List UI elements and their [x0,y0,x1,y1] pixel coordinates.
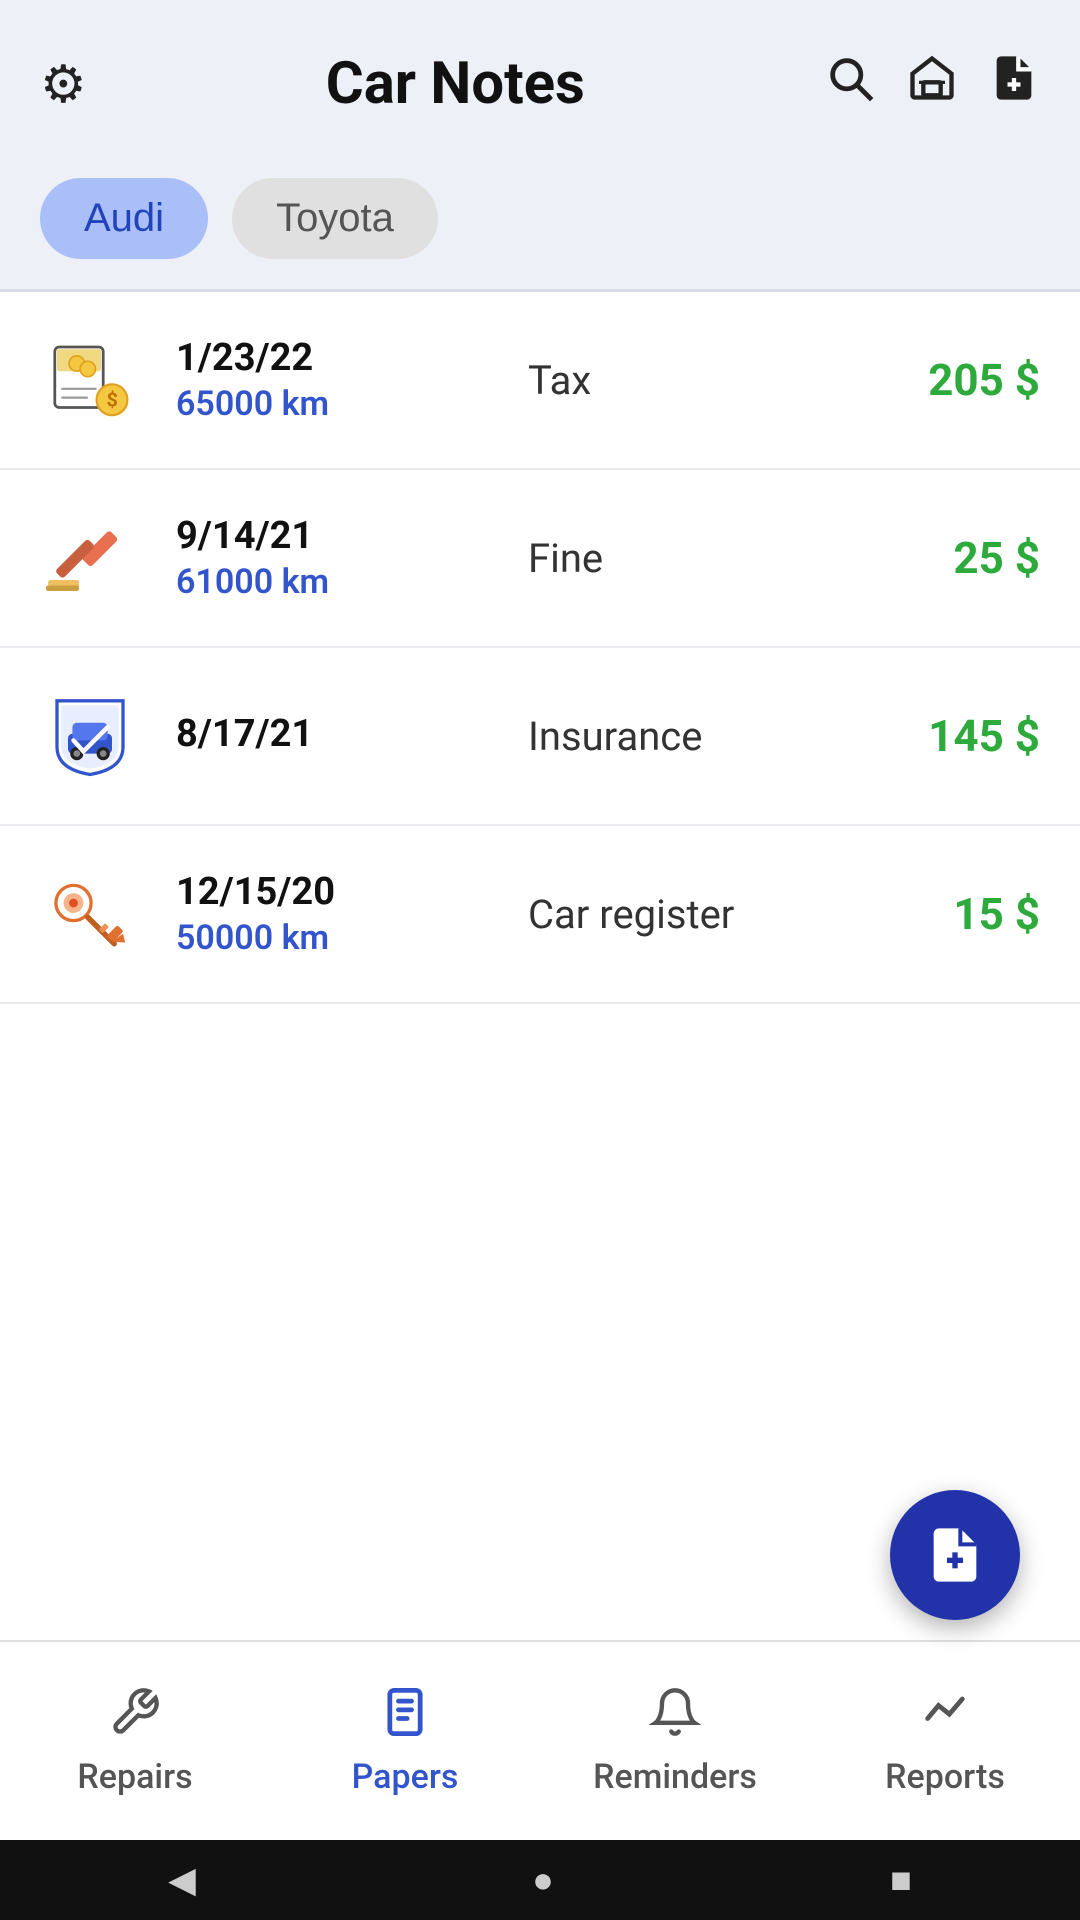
record-amount: 145 $ [860,710,1040,762]
record-date: 8/17/21 [176,712,508,756]
record-date: 1/23/22 [176,336,508,380]
nav-papers[interactable]: Papers [270,1642,540,1840]
header-right-icons [824,52,1040,117]
nav-repairs[interactable]: Repairs [0,1642,270,1840]
record-amount: 15 $ [860,888,1040,940]
record-type: Car register [528,891,860,938]
garage-icon[interactable] [906,52,958,117]
recent-button[interactable]: ■ [890,1859,912,1901]
record-meta: 9/14/21 61000 km [176,514,508,602]
record-km: 50000 km [176,918,508,958]
record-type: Tax [528,357,860,404]
car-selector: Audi Toyota [0,148,1080,289]
fine-icon [40,508,140,608]
settings-icon[interactable]: ⚙ [40,54,87,115]
car-tab-toyota[interactable]: Toyota [232,178,438,259]
insurance-icon [40,686,140,786]
nav-reports-label: Reports [885,1757,1005,1797]
search-icon[interactable] [824,52,876,117]
record-item[interactable]: $ 1/23/22 65000 km Tax 205 $ [0,292,1080,470]
record-km: 65000 km [176,384,508,424]
record-date: 12/15/20 [176,870,508,914]
android-navigation-bar: ◀ ● ■ [0,1840,1080,1920]
nav-reminders-label: Reminders [593,1757,757,1797]
nav-papers-label: Papers [352,1757,459,1797]
svg-text:$: $ [107,388,118,411]
chart-icon [919,1686,971,1747]
app-header: ⚙ Car Notes [0,0,1080,148]
record-amount: 25 $ [860,532,1040,584]
papers-icon [379,1686,431,1747]
back-button[interactable]: ◀ [168,1859,196,1901]
nav-reminders[interactable]: Reminders [540,1642,810,1840]
record-type: Fine [528,535,860,582]
record-amount: 205 $ [860,354,1040,406]
record-meta: 12/15/20 50000 km [176,870,508,958]
nav-reports[interactable]: Reports [810,1642,1080,1840]
add-paper-fab[interactable] [890,1490,1020,1620]
record-item[interactable]: 9/14/21 61000 km Fine 25 $ [0,470,1080,648]
bottom-navigation: Repairs Papers Reminders Reports [0,1640,1080,1840]
tax-icon: $ [40,330,140,430]
record-meta: 1/23/22 65000 km [176,336,508,424]
record-meta: 8/17/21 [176,712,508,760]
record-date: 9/14/21 [176,514,508,558]
wrench-icon [109,1686,161,1747]
car-register-icon [40,864,140,964]
add-document-icon[interactable] [988,52,1040,117]
home-button[interactable]: ● [532,1859,554,1901]
bell-icon [649,1686,701,1747]
nav-repairs-label: Repairs [77,1757,192,1797]
record-type: Insurance [528,713,860,760]
record-item[interactable]: 8/17/21 Insurance 145 $ [0,648,1080,826]
app-title: Car Notes [87,50,824,118]
car-tab-audi[interactable]: Audi [40,178,208,259]
record-item[interactable]: 12/15/20 50000 km Car register 15 $ [0,826,1080,1004]
record-km: 61000 km [176,562,508,602]
